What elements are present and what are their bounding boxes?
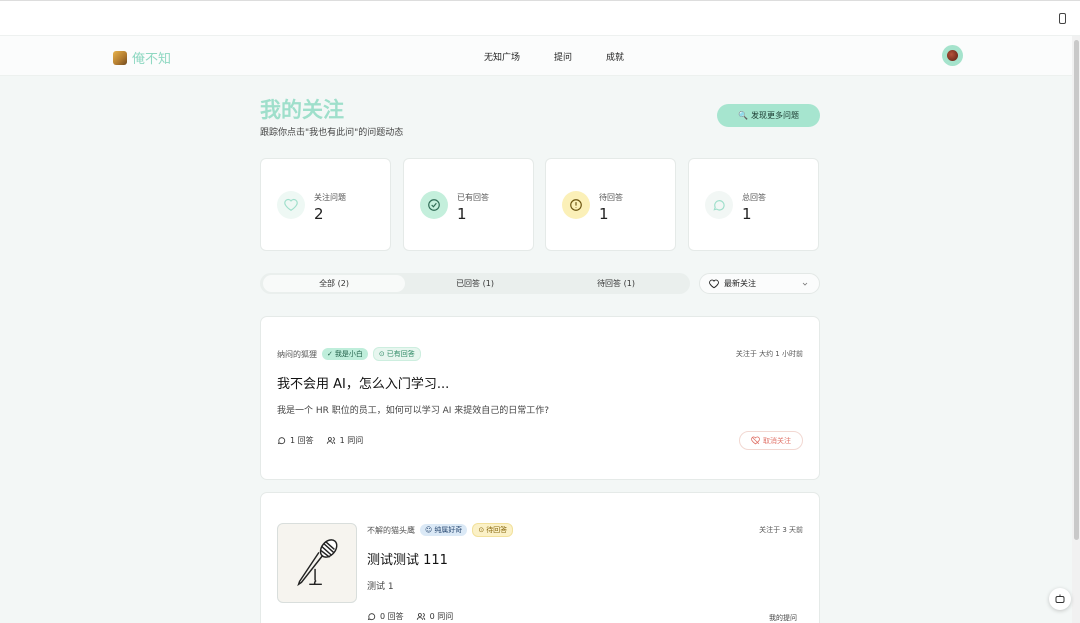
scrollbar-thumb[interactable] (1074, 40, 1079, 540)
tab-pending[interactable]: 待回答 (1) (545, 275, 687, 292)
logo-icon (113, 50, 127, 65)
users-icon (326, 437, 335, 444)
logo[interactable]: 俺不知 (113, 48, 171, 67)
tab-answered[interactable]: 已回答 (1) (404, 275, 546, 292)
filter-tabs: 全部 (2) 已回答 (1) 待回答 (1) (260, 273, 690, 294)
question-meta: 不解的猫头鹰 ☺ 纯属好奇 ⊙ 待回答 (367, 523, 514, 537)
browser-top-bar (0, 0, 1080, 36)
stat-card-pending: 待回答 1 (545, 158, 676, 251)
comment-icon (367, 613, 376, 621)
heart-off-icon (751, 436, 760, 445)
answers-count: 0 回答 (367, 611, 404, 622)
search-icon: 🔍 (738, 111, 748, 120)
discover-more-label: 发现更多问题 (750, 111, 799, 120)
question-title[interactable]: 我不会用 AI，怎么入门学习... (277, 373, 449, 392)
stat-card-followed: 关注问题 2 (260, 158, 391, 251)
question-description: 我是一个 HR 职位的员工，如何可以学习 AI 来提效自己的日常工作? (277, 406, 550, 416)
level-badge: ✓ 我是小白 (322, 348, 368, 360)
stat-label: 已有回答 (457, 193, 489, 202)
stat-label: 总回答 (742, 193, 766, 202)
question-description: 测试 1 (367, 582, 394, 592)
level-badge: ☺ 纯属好奇 (420, 524, 468, 536)
discover-more-button[interactable]: 🔍 发现更多问题 (717, 104, 820, 127)
chat-bot-button[interactable] (1049, 588, 1071, 610)
stat-value: 1 (457, 205, 467, 223)
question-thumbnail (277, 523, 357, 603)
question-stats: 1 回答 1 同问 (277, 435, 363, 446)
question-stats: 0 回答 0 同问 (367, 611, 453, 622)
question-meta: 纳闷的狐狸 ✓ 我是小白 ⊙ 已有回答 (277, 347, 421, 361)
alert-circle-icon: ⊙ (478, 526, 485, 534)
answers-count: 1 回答 (277, 435, 314, 446)
stat-label: 待回答 (599, 193, 623, 202)
same-question-count: 1 同问 (326, 435, 363, 446)
unfollow-button[interactable]: 取消关注 (739, 431, 803, 450)
question-author: 纳闷的狐狸 (277, 349, 317, 359)
users-icon (416, 613, 425, 620)
logo-text: 俺不知 (132, 52, 172, 67)
microphone-icon (297, 539, 338, 587)
question-card[interactable]: 纳闷的狐狸 ✓ 我是小白 ⊙ 已有回答 关注于 大约 1 小时前 我不会用 AI，怎… (260, 316, 820, 480)
sort-select[interactable]: 最新关注 (699, 273, 820, 294)
stat-card-total-answers: 总回答 1 (688, 158, 819, 251)
comment-icon (277, 437, 286, 445)
navbar: 俺不知 无知广场 提问 成就 (0, 36, 1072, 76)
stat-label: 关注问题 (314, 193, 346, 202)
nav-item-achievements[interactable]: 成就 (606, 50, 624, 63)
question-card[interactable]: 不解的猫头鹰 ☺ 纯属好奇 ⊙ 待回答 关注于 3 天前 测试测试 111 测试 1… (260, 492, 820, 623)
nav-item-plaza[interactable]: 无知广场 (484, 50, 520, 63)
nav-links: 无知广场 提问 成就 (484, 50, 624, 63)
stat-value: 1 (742, 205, 752, 223)
smile-icon: ☺ (425, 526, 433, 534)
scrollbar[interactable] (1072, 36, 1080, 623)
chat-bubble-icon (705, 191, 733, 219)
check-circle-icon: ⊙ (378, 350, 385, 358)
heart-icon (709, 279, 719, 289)
stat-value: 2 (314, 205, 324, 223)
question-author: 不解的猫头鹰 (367, 525, 415, 535)
sprout-icon: ✓ (327, 350, 333, 358)
nav-item-ask[interactable]: 提问 (554, 50, 572, 63)
heart-icon (277, 191, 305, 219)
stat-card-answered: 已有回答 1 (403, 158, 534, 251)
sort-selected-label: 最新关注 (724, 279, 756, 288)
followed-at: 关注于 大约 1 小时前 (735, 350, 803, 358)
avatar-image (947, 50, 958, 61)
device-icon[interactable] (1059, 13, 1066, 24)
alert-circle-icon (562, 191, 590, 219)
check-circle-icon (420, 191, 448, 219)
same-question-count: 0 同问 (416, 611, 453, 622)
question-title[interactable]: 测试测试 111 (367, 549, 448, 568)
my-question-label: 我的提问 (769, 614, 797, 622)
page-title: 我的关注 (260, 98, 344, 122)
chevron-down-icon (801, 280, 809, 288)
followed-at: 关注于 3 天前 (759, 526, 803, 534)
stat-value: 1 (599, 205, 609, 223)
robot-icon (1055, 594, 1065, 603)
page-subtitle: 跟踪你点击"我也有此问"的问题动态 (260, 128, 404, 138)
tab-all[interactable]: 全部 (2) (263, 275, 405, 292)
status-badge: ⊙ 待回答 (472, 523, 514, 537)
status-badge: ⊙ 已有回答 (372, 347, 421, 361)
user-avatar[interactable] (942, 45, 963, 66)
